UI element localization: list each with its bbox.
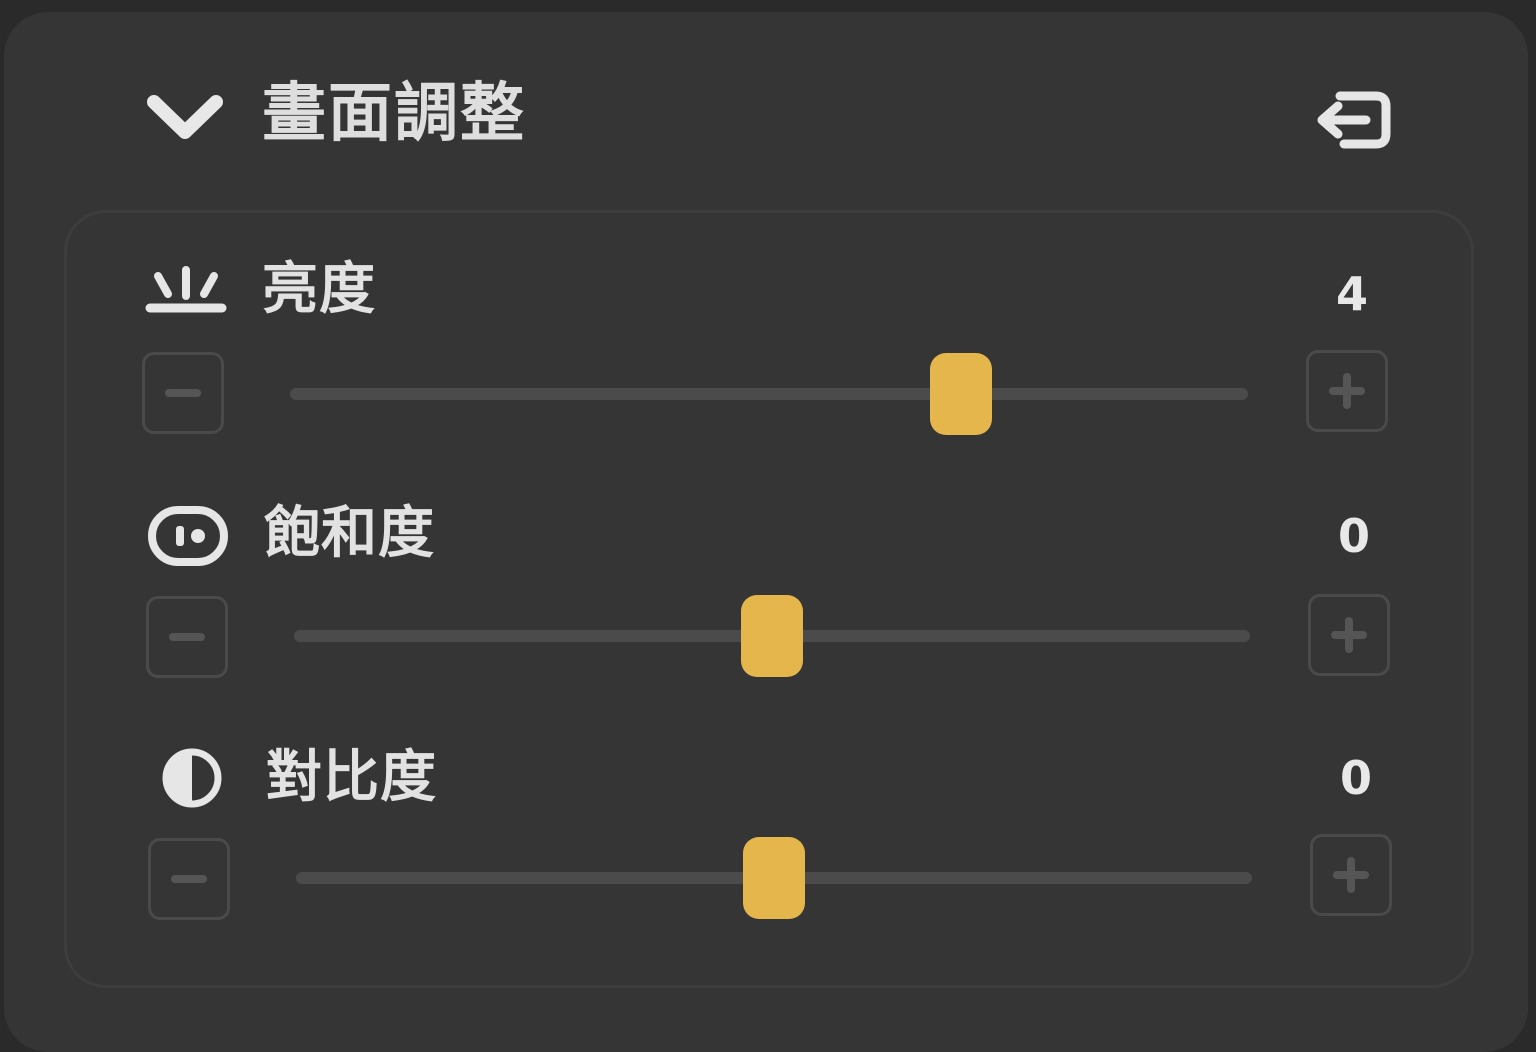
contrast-value: 0: [1339, 751, 1372, 805]
saturation-label: 飽和度: [264, 501, 435, 566]
saturation-slider-track[interactable]: [294, 595, 1250, 677]
contrast-label: 對比度: [266, 745, 437, 810]
contrast-slider-thumb[interactable]: [743, 837, 805, 919]
reset-icon[interactable]: [1310, 88, 1396, 150]
brightness-slider-thumb[interactable]: [929, 353, 992, 435]
brightness-icon: [144, 260, 228, 324]
saturation-increase-button[interactable]: [1308, 594, 1390, 676]
brightness-label: 亮度: [262, 257, 376, 322]
brightness-increase-button[interactable]: [1306, 350, 1388, 432]
brightness-decrease-button[interactable]: [142, 352, 224, 434]
saturation-icon: [146, 504, 230, 568]
saturation-slider-thumb[interactable]: [741, 595, 803, 677]
contrast-slider-track[interactable]: [296, 837, 1252, 919]
saturation-decrease-button[interactable]: [146, 596, 228, 678]
collapse-chevron-icon[interactable]: [144, 90, 226, 146]
contrast-icon: [150, 746, 234, 810]
brightness-value: 4: [1335, 267, 1368, 321]
panel-title: 畫面調整: [262, 77, 526, 151]
saturation-value: 0: [1337, 509, 1370, 563]
contrast-increase-button[interactable]: [1310, 834, 1392, 916]
brightness-slider-track[interactable]: [290, 353, 1248, 435]
picture-adjust-panel: 畫面調整 亮度 4 飽和度 0 對比度 0: [4, 12, 1528, 1052]
contrast-decrease-button[interactable]: [148, 838, 230, 920]
